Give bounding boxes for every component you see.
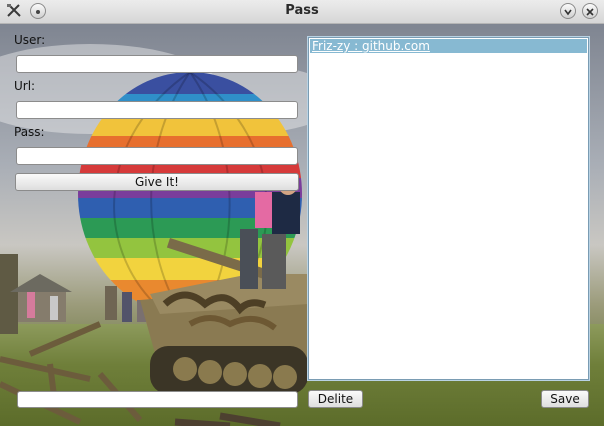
save-button[interactable]: Save	[541, 390, 589, 408]
minimize-icon	[564, 9, 572, 16]
list-item[interactable]: Friz-zy : github.com	[310, 39, 587, 53]
give-it-button[interactable]: Give It!	[15, 173, 299, 191]
title-bar[interactable]: Pass	[0, 0, 604, 24]
password-list[interactable]: Friz-zy : github.com	[308, 37, 589, 380]
pass-input[interactable]	[16, 147, 298, 165]
close-button[interactable]	[582, 3, 598, 19]
pass-label: Pass:	[14, 125, 45, 139]
delete-button[interactable]: Delite	[308, 390, 363, 408]
user-input[interactable]	[16, 55, 298, 73]
url-label: Url:	[14, 79, 36, 93]
bottom-input[interactable]	[17, 391, 298, 408]
pass-window: Pass User: Url: Pass: Give It! Friz-zy:…	[0, 0, 604, 426]
user-label: User:	[14, 33, 46, 47]
url-input[interactable]	[16, 101, 298, 119]
close-icon	[586, 8, 594, 16]
minimize-button[interactable]	[560, 3, 576, 19]
window-title: Pass	[285, 3, 319, 18]
